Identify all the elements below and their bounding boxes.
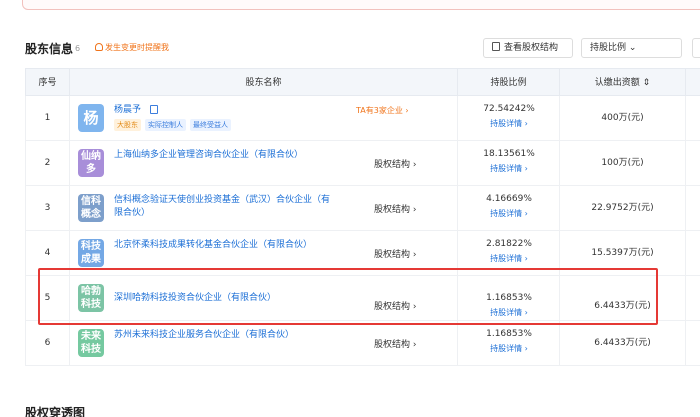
ta-companies-link[interactable]: TA有3家企业 ›	[356, 105, 409, 116]
row-extra-cell	[686, 276, 700, 321]
shareholder-name-link[interactable]: 上海仙纳多企业管理咨询合伙企业（有限合伙）	[114, 149, 334, 162]
capital-value: 22.9752万(元)	[560, 186, 686, 231]
tag-major-shareholder: 大股东	[114, 119, 141, 131]
row-index: 3	[26, 186, 70, 231]
row-name-cell: 仙纳多 上海仙纳多企业管理咨询合伙企业（有限合伙） 股权结构 ›	[70, 141, 458, 186]
equity-structure-label: 股权结构	[374, 205, 411, 215]
table-header: 序号 股东名称 持股比例 认缴出资额 ⇕	[25, 68, 700, 97]
ratio-detail-label: 持股详情	[490, 344, 523, 353]
table-row: 1 杨 杨晨予 大股东 实际控制人 最终受益人 TA有3家企业 › 72.54242…	[25, 96, 700, 141]
ratio-dropdown-label: 持股比例	[590, 43, 627, 53]
ratio-value: 4.16669%	[486, 194, 532, 204]
row-name-cell: 信科概念 信科概念验证天使创业投资基金（武汉）合伙企业（有限合伙） 股权结构 ›	[70, 186, 458, 231]
ratio-detail-link[interactable]: 持股详情 ›	[458, 343, 560, 354]
download-button[interactable]: ⤓下	[692, 38, 700, 58]
ta-companies-label: TA有3家企业	[356, 106, 403, 115]
section-title: 股东信息	[25, 42, 74, 56]
chevron-down-icon: ⌄	[628, 43, 637, 53]
row-ratio-cell: 1.16853% 持股详情 ›	[458, 321, 560, 366]
table-row: 3 信科概念 信科概念验证天使创业投资基金（武汉）合伙企业（有限合伙） 股权结构…	[25, 186, 700, 231]
company-logo: 信科概念	[78, 194, 104, 222]
capital-value: 100万(元)	[560, 141, 686, 186]
tag-beneficiary: 最终受益人	[190, 119, 231, 131]
shareholder-count: 6	[75, 44, 81, 53]
ratio-detail-link[interactable]: 持股详情 ›	[458, 163, 560, 174]
ratio-value: 2.81822%	[486, 239, 532, 249]
row-ratio-cell: 4.16669% 持股详情 ›	[458, 186, 560, 231]
company-logo: 科技成果	[78, 239, 104, 267]
row-extra-cell	[686, 186, 700, 231]
shareholder-name-link[interactable]: 信科概念验证天使创业投资基金（武汉）合伙企业（有限合伙）	[114, 194, 334, 220]
view-equity-label: 查看股权结构	[504, 43, 559, 53]
col-capital-label: 认缴出资额	[594, 78, 640, 88]
ratio-value: 18.13561%	[483, 149, 535, 159]
equity-structure-label: 股权结构	[374, 160, 411, 170]
ratio-value: 72.54242%	[483, 104, 535, 114]
document-icon[interactable]	[150, 105, 158, 114]
ratio-detail-label: 持股详情	[490, 254, 523, 263]
equity-structure-link[interactable]: 股权结构 ›	[374, 337, 416, 350]
avatar: 杨	[78, 104, 104, 132]
document-icon	[492, 42, 500, 51]
table-row: 6 未来科技 苏州未来科技企业服务合伙企业（有限合伙） 股权结构 › 1.168…	[25, 321, 700, 366]
tag-controller: 实际控制人	[145, 119, 186, 131]
shareholder-name-link[interactable]: 北京怀柔科技成果转化基金合伙企业（有限合伙）	[114, 239, 334, 252]
equity-structure-label: 股权结构	[374, 340, 411, 350]
row-index: 2	[26, 141, 70, 186]
company-logo: 未来科技	[78, 329, 104, 357]
row-extra-cell	[686, 321, 700, 366]
col-capital-header[interactable]: 认缴出资额 ⇕	[560, 69, 686, 97]
capital-value: 400万(元)	[560, 96, 686, 141]
equity-structure-link[interactable]: 股权结构 ›	[374, 202, 416, 215]
col-extra-header	[686, 69, 700, 97]
bell-icon	[95, 43, 103, 51]
table-row: 2 仙纳多 上海仙纳多企业管理咨询合伙企业（有限合伙） 股权结构 › 18.13…	[25, 141, 700, 186]
ratio-detail-link[interactable]: 持股详情 ›	[458, 208, 560, 219]
tag-list: 大股东 实际控制人 最终受益人	[114, 119, 235, 131]
highlight-box	[38, 268, 658, 325]
row-extra-cell	[686, 231, 700, 276]
equity-penetration-title: 股权穿透图	[25, 406, 86, 417]
equity-structure-label: 股权结构	[374, 250, 411, 260]
row-extra-cell	[686, 141, 700, 186]
col-ratio-header[interactable]: 持股比例	[458, 69, 560, 97]
shareholder-header: 股东信息 6 发生变更时提醒我 查看股权结构 持股比例 ⌄ ⤓下	[25, 38, 700, 58]
shareholder-name-link[interactable]: 杨晨予	[114, 104, 334, 117]
shareholder-name-link[interactable]: 苏州未来科技企业服务合伙企业（有限合伙）	[114, 329, 334, 342]
ratio-detail-label: 持股详情	[490, 209, 523, 218]
row-index: 6	[26, 321, 70, 366]
col-index-header: 序号	[26, 69, 70, 97]
change-notify-link[interactable]: 发生变更时提醒我	[95, 42, 169, 53]
col-name-header: 股东名称	[70, 69, 458, 97]
equity-structure-link[interactable]: 股权结构 ›	[374, 247, 416, 260]
row-ratio-cell: 18.13561% 持股详情 ›	[458, 141, 560, 186]
previous-section-panel	[22, 0, 700, 10]
ratio-detail-label: 持股详情	[490, 164, 523, 173]
ratio-detail-label: 持股详情	[490, 119, 523, 128]
row-index: 1	[26, 96, 70, 141]
ratio-dropdown[interactable]: 持股比例 ⌄	[581, 38, 682, 58]
equity-structure-link[interactable]: 股权结构 ›	[374, 157, 416, 170]
ratio-detail-link[interactable]: 持股详情 ›	[458, 118, 560, 129]
company-logo: 仙纳多	[78, 149, 104, 177]
row-ratio-cell: 72.54242% 持股详情 ›	[458, 96, 560, 141]
notify-label: 发生变更时提醒我	[105, 43, 169, 52]
ratio-value: 1.16853%	[486, 329, 532, 339]
sort-icon: ⇕	[642, 78, 651, 88]
row-name-cell: 未来科技 苏州未来科技企业服务合伙企业（有限合伙） 股权结构 ›	[70, 321, 458, 366]
capital-value: 6.4433万(元)	[560, 321, 686, 366]
view-equity-structure-button[interactable]: 查看股权结构	[483, 38, 573, 58]
ratio-detail-link[interactable]: 持股详情 ›	[458, 253, 560, 264]
row-extra-cell	[686, 96, 700, 141]
row-name-cell: 杨 杨晨予 大股东 实际控制人 最终受益人 TA有3家企业 ›	[70, 96, 458, 141]
